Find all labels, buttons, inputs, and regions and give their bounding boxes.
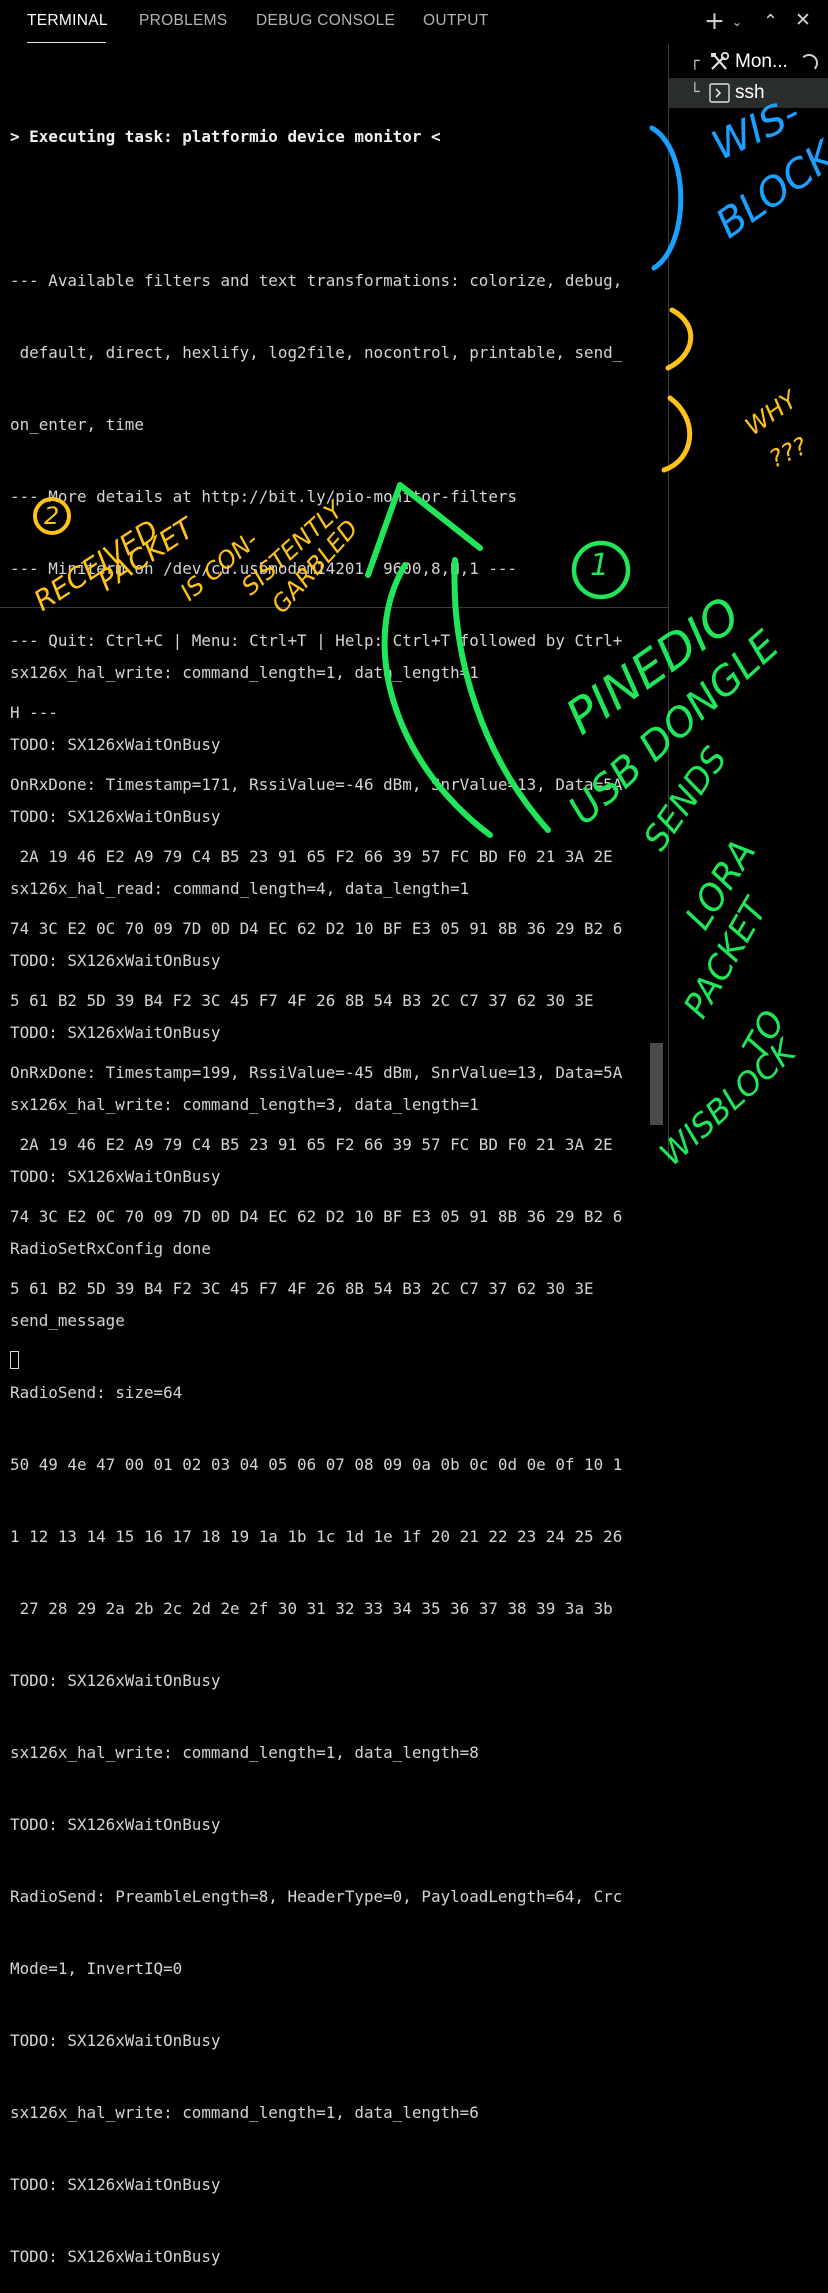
terminal-line: RadioSend: PreambleLength=8, HeaderType=… [10,1887,623,1906]
active-tab-indicator [27,42,106,43]
terminal-line: --- Available filters and text transform… [10,271,623,290]
terminal-line: --- More details at http://bit.ly/pio-mo… [10,487,518,506]
terminal-line: TODO: SX126xWaitOnBusy [10,951,221,970]
terminal-line: on_enter, time [10,415,144,434]
terminal-list-item-monitor[interactable]: ┌ Mon... [669,47,828,77]
chevron-down-icon[interactable]: ⌄ [732,15,742,29]
terminal-line: TODO: SX126xWaitOnBusy [10,735,221,754]
terminal-line: TODO: SX126xWaitOnBusy [10,2031,221,2050]
terminal-line: TODO: SX126xWaitOnBusy [10,1671,221,1690]
terminal-line: > Executing task: platformio device moni… [10,127,441,146]
terminal-line: 50 49 4e 47 00 01 02 03 04 05 06 07 08 0… [10,1455,623,1474]
terminal-line: send_message [10,1311,125,1330]
terminal-list-label: Mon... [735,51,788,72]
terminal-line: RadioSetRxConfig done [10,1239,211,1258]
terminal-line: sx126x_hal_write: command_length=1, data… [10,1743,479,1762]
terminal-line: TODO: SX126xWaitOnBusy [10,1815,221,1834]
plus-icon[interactable]: + [704,6,725,35]
terminal-line: RadioSend: size=64 [10,1383,183,1402]
terminal-prompt-icon [709,83,731,109]
terminal-line: default, direct, hexlify, log2file, noco… [10,343,623,362]
terminal-line: sx126x_hal_write: command_length=1, data… [10,663,479,682]
chevron-up-icon[interactable]: ⌃ [763,11,778,32]
terminal-line: sx126x_hal_write: command_length=3, data… [10,1095,479,1114]
panel-tab-bar: TERMINAL PROBLEMS DEBUG CONSOLE OUTPUT +… [0,0,828,44]
terminal-line: TODO: SX126xWaitOnBusy [10,1023,221,1042]
terminal-line: sx126x_hal_write: command_length=1, data… [10,2103,479,2122]
tools-icon [709,51,731,78]
pane-divider-horizontal[interactable] [0,607,668,608]
terminal-list-panel: ┌ Mon... └ ssh [669,44,828,1161]
close-icon[interactable]: ✕ [795,9,811,31]
terminal-line: TODO: SX126xWaitOnBusy [10,2247,221,2266]
terminal-line: --- Miniterm on /dev/cu.usbmodem14201 96… [10,559,518,578]
terminal-list-item-ssh[interactable]: └ ssh [669,78,828,108]
terminal-line: sx126x_hal_read: command_length=4, data_… [10,879,470,898]
tree-branch-icon: └ [690,82,700,101]
tree-branch-icon: ┌ [690,51,700,70]
loading-spinner-icon [800,54,818,72]
terminal-list-label: ssh [735,82,765,103]
terminal-lower-pane[interactable]: sx126x_hal_write: command_length=1, data… [10,613,660,2293]
tab-output[interactable]: OUTPUT [423,12,489,30]
terminal-line: TODO: SX126xWaitOnBusy [10,1167,221,1186]
terminal-line: TODO: SX126xWaitOnBusy [10,2175,221,2194]
tab-terminal[interactable]: TERMINAL [27,12,108,30]
tab-debug-console[interactable]: DEBUG CONSOLE [256,12,395,30]
terminal-line: 27 28 29 2a 2b 2c 2d 2e 2f 30 31 32 33 3… [10,1599,613,1618]
terminal-scrollbar-thumb[interactable] [650,1043,663,1125]
tab-problems[interactable]: PROBLEMS [139,12,228,30]
terminal-line: Mode=1, InvertIQ=0 [10,1959,183,1978]
terminal-line: 1 12 13 14 15 16 17 18 19 1a 1b 1c 1d 1e… [10,1527,623,1546]
terminal-line: TODO: SX126xWaitOnBusy [10,807,221,826]
